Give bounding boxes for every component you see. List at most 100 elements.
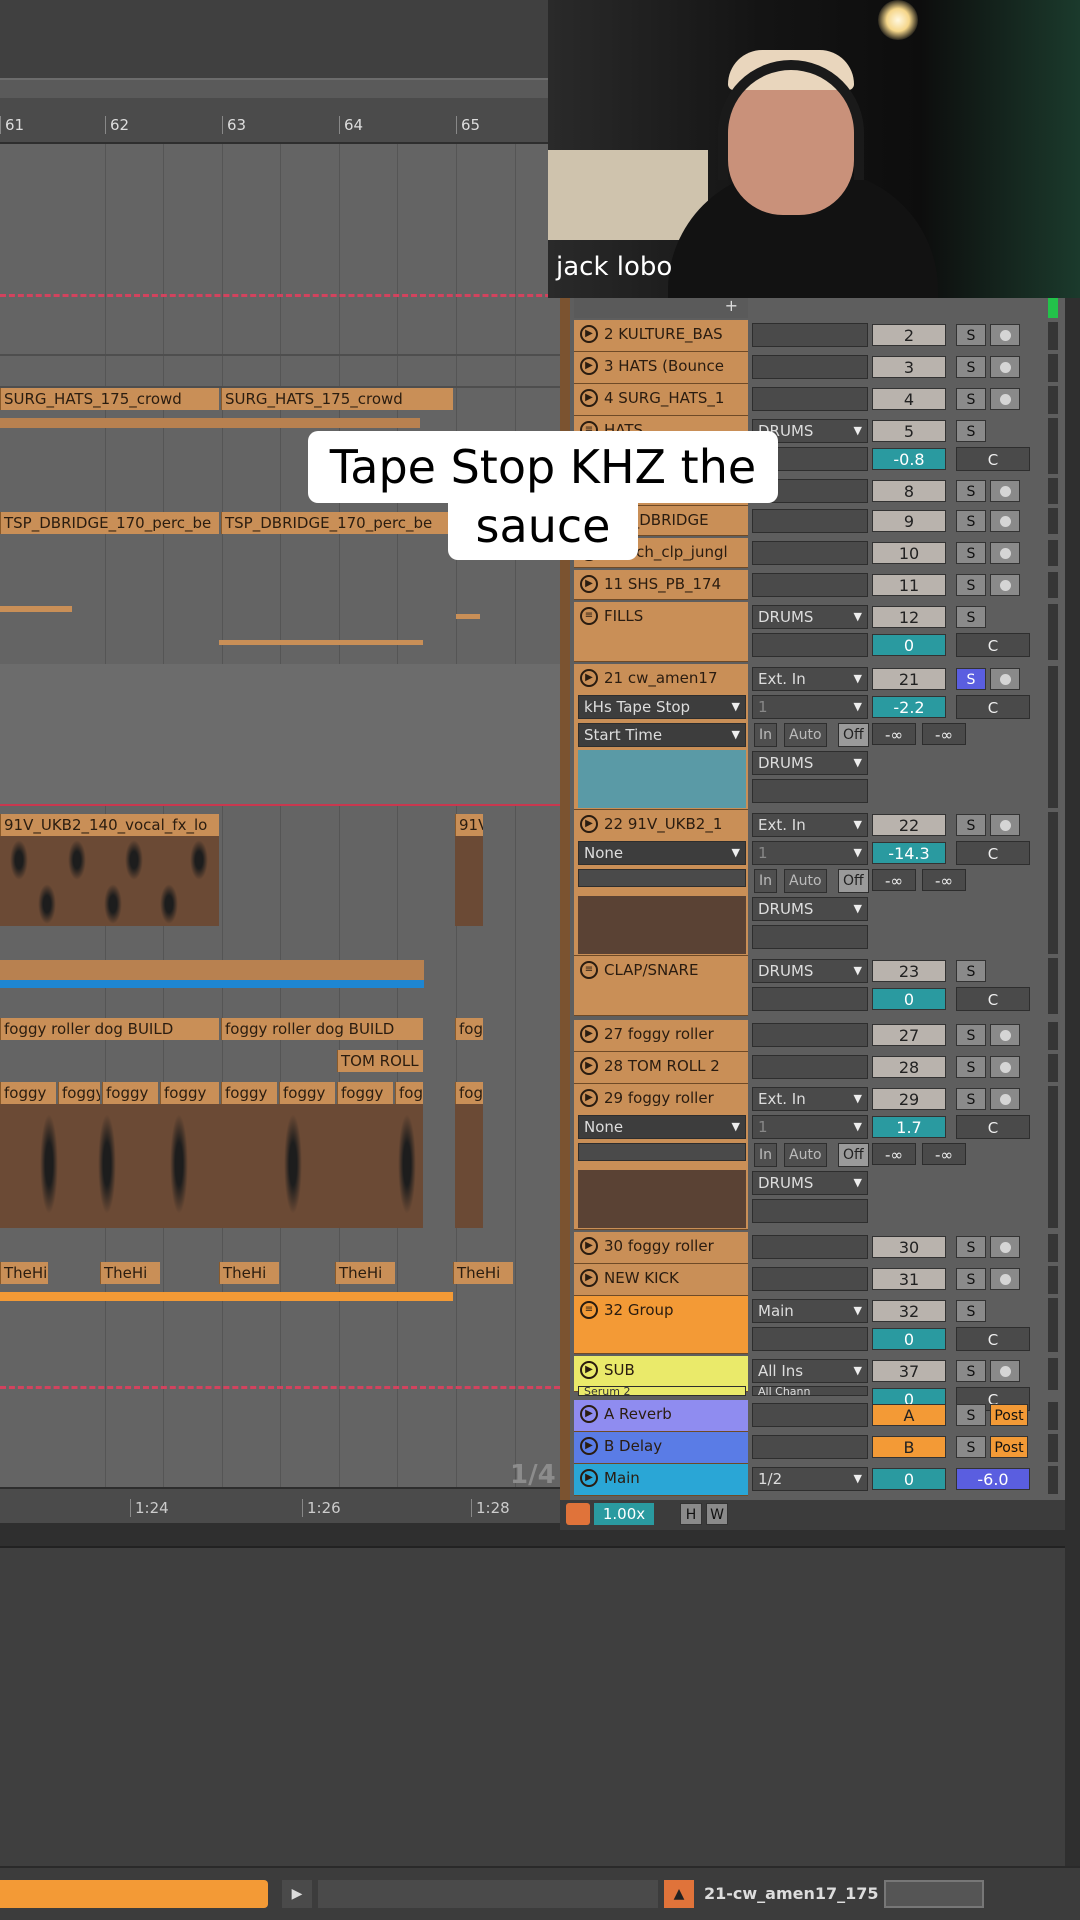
- track-name-16[interactable]: ▶ NEW KICK: [574, 1264, 748, 1296]
- track-volume[interactable]: 0: [872, 1328, 946, 1350]
- monitor-off-button[interactable]: Off: [838, 869, 869, 893]
- w-button[interactable]: W: [706, 1503, 728, 1525]
- clip[interactable]: 91V_UKB2_140_vocal_fx_lo: [0, 814, 219, 836]
- track-number[interactable]: 0: [872, 1468, 946, 1490]
- solo-button[interactable]: S: [956, 1436, 986, 1458]
- arm-button[interactable]: [990, 1024, 1020, 1046]
- clip[interactable]: foggy: [279, 1082, 335, 1104]
- track-fold-icon[interactable]: ≡: [580, 607, 598, 625]
- clip[interactable]: foggy: [58, 1082, 100, 1104]
- clip[interactable]: TheHi: [100, 1262, 160, 1284]
- track-name-1[interactable]: ▶ 3 HATS (Bounce: [574, 352, 748, 384]
- solo-button[interactable]: S: [956, 1088, 986, 1110]
- output-channel[interactable]: [752, 925, 868, 949]
- time-ruler[interactable]: 1:24 1:26 1:28: [0, 1487, 560, 1523]
- track-routing[interactable]: [752, 1403, 868, 1427]
- overview-scroll-strip[interactable]: [0, 78, 548, 98]
- monitor-in-button[interactable]: In: [754, 723, 778, 747]
- arm-button[interactable]: [990, 1236, 1020, 1258]
- arm-button[interactable]: [990, 324, 1020, 346]
- track-routing[interactable]: Ext. In ▼: [752, 667, 868, 691]
- clip[interactable]: fog: [455, 1082, 483, 1104]
- track-volume[interactable]: -2.2: [872, 696, 946, 718]
- track-volume[interactable]: 0: [872, 634, 946, 656]
- track-fold-icon[interactable]: ▶: [580, 669, 598, 687]
- clip[interactable]: foggy: [102, 1082, 158, 1104]
- track-fold-icon[interactable]: ▶: [580, 1057, 598, 1075]
- track-fold-icon[interactable]: ▶: [580, 1361, 598, 1379]
- solo-button[interactable]: S: [956, 1404, 986, 1426]
- track-routing[interactable]: [752, 387, 868, 411]
- track-fold-icon[interactable]: ▶: [580, 389, 598, 407]
- clip[interactable]: foggy: [160, 1082, 219, 1104]
- track-fold-icon[interactable]: ▶: [580, 1437, 598, 1455]
- output-routing[interactable]: DRUMS ▼: [752, 1171, 868, 1195]
- warning-icon[interactable]: ▲: [664, 1880, 694, 1908]
- track-routing[interactable]: [752, 1235, 868, 1259]
- solo-button[interactable]: S: [956, 960, 986, 982]
- track-routing[interactable]: DRUMS ▼: [752, 605, 868, 629]
- solo-button[interactable]: S: [956, 356, 986, 378]
- monitor-in-button[interactable]: In: [754, 869, 778, 893]
- track-fold-icon[interactable]: ▶: [580, 325, 598, 343]
- arm-button[interactable]: [990, 356, 1020, 378]
- post-button[interactable]: Post: [990, 1404, 1028, 1426]
- zoom-value[interactable]: 1.00x: [594, 1503, 654, 1525]
- track-name-21[interactable]: ▶ Main: [574, 1464, 748, 1496]
- solo-button[interactable]: S: [956, 1056, 986, 1078]
- track-volume[interactable]: -14.3: [872, 842, 946, 864]
- input-channel[interactable]: 1 ▼: [752, 841, 868, 865]
- track-fold-icon[interactable]: ▶: [580, 1025, 598, 1043]
- clip[interactable]: TSP_DBRIDGE_170_perc_be: [221, 512, 453, 534]
- waveform-icon[interactable]: [566, 1503, 590, 1525]
- clip[interactable]: TheHi: [219, 1262, 279, 1284]
- track-number[interactable]: 4: [872, 388, 946, 410]
- track-routing[interactable]: All Ins ▼: [752, 1359, 868, 1383]
- routing-empty[interactable]: [752, 1327, 868, 1351]
- solo-button[interactable]: S: [956, 480, 986, 502]
- clip[interactable]: TOM ROLL: [337, 1050, 423, 1072]
- monitor-off-button[interactable]: Off: [838, 723, 869, 747]
- monitor-off-button[interactable]: Off: [838, 1143, 869, 1167]
- track-fold-icon[interactable]: ≡: [580, 1301, 598, 1319]
- track-name-19[interactable]: ▶ A Reverb: [574, 1400, 748, 1432]
- track-number[interactable]: 27: [872, 1024, 946, 1046]
- routing-empty[interactable]: [752, 987, 868, 1011]
- arm-button[interactable]: [990, 814, 1020, 836]
- clip[interactable]: foggy: [395, 1082, 423, 1104]
- clip[interactable]: SURG_HATS_175_crowd: [221, 388, 453, 410]
- solo-button[interactable]: S: [956, 606, 986, 628]
- track-number[interactable]: 21: [872, 668, 946, 690]
- output-routing[interactable]: DRUMS ▼: [752, 897, 868, 921]
- monitor-in-button[interactable]: In: [754, 1143, 778, 1167]
- track-volume[interactable]: -0.8: [872, 448, 946, 470]
- clip[interactable]: foggy: [337, 1082, 393, 1104]
- input-channel[interactable]: 1 ▼: [752, 695, 868, 719]
- solo-button[interactable]: S: [956, 388, 986, 410]
- routing-empty[interactable]: [752, 633, 868, 657]
- track-routing[interactable]: [752, 1023, 868, 1047]
- track-name-11[interactable]: ≡ CLAP/SNARE: [574, 956, 748, 1016]
- clip[interactable]: foggy roller dog BUILD: [221, 1018, 423, 1040]
- track-routing[interactable]: [752, 1435, 868, 1459]
- track-number[interactable]: 2: [872, 324, 946, 346]
- arm-button[interactable]: [990, 388, 1020, 410]
- track-routing[interactable]: [752, 541, 868, 565]
- track-number[interactable]: 22: [872, 814, 946, 836]
- track-volume[interactable]: 1.7: [872, 1116, 946, 1138]
- output-channel[interactable]: [752, 1199, 868, 1223]
- pan-knob[interactable]: C: [956, 447, 1030, 471]
- pan-knob[interactable]: C: [956, 695, 1030, 719]
- arrangement-view[interactable]: SURG_HATS_175_crowd SURG_HATS_175_crowd …: [0, 144, 560, 1506]
- solo-button[interactable]: S: [956, 420, 986, 442]
- track-number[interactable]: 12: [872, 606, 946, 628]
- clip[interactable]: foggy: [221, 1082, 277, 1104]
- arm-button[interactable]: [990, 668, 1020, 690]
- track-name-12[interactable]: ▶ 27 foggy roller: [574, 1020, 748, 1052]
- track-number[interactable]: 10: [872, 542, 946, 564]
- solo-button[interactable]: S: [956, 510, 986, 532]
- clip[interactable]: SURG_HATS_175_crowd: [0, 388, 219, 410]
- track-fold-icon[interactable]: ≡: [580, 961, 598, 979]
- track-routing[interactable]: Ext. In ▼: [752, 1087, 868, 1111]
- track-routing[interactable]: [752, 323, 868, 347]
